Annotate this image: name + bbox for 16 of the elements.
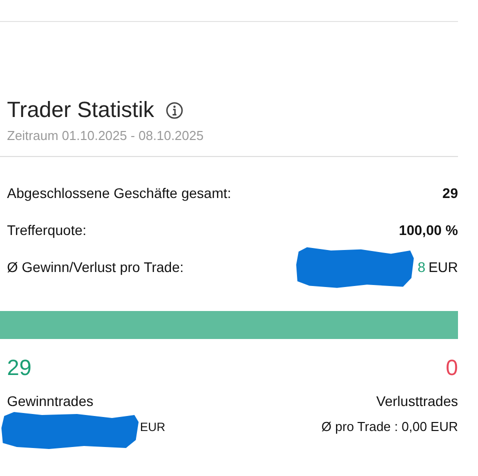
stat-label: Ø Gewinn/Verlust pro Trade: (7, 258, 184, 277)
stat-label: Abgeschlossene Geschäfte gesamt: (7, 184, 232, 203)
loss-label: Verlusttrades (376, 392, 458, 410)
currency-unit: EUR (428, 258, 458, 277)
currency-unit: EUR (140, 418, 166, 436)
stat-value: 100,00 % (398, 221, 458, 240)
stat-label: Trefferquote: (7, 221, 86, 240)
stat-value: 8 (418, 258, 426, 277)
loss-count: 0 (446, 354, 458, 380)
info-icon[interactable] (166, 102, 184, 118)
period-text: Zeitraum 01.10.2025 - 08.10.2025 (7, 127, 205, 145)
stat-value: 29 (442, 184, 458, 203)
section-title: Trader Statistik (7, 96, 154, 124)
loss-average: Ø pro Trade : 0,00 EUR (321, 418, 458, 436)
win-label: Gewinntrades (7, 392, 94, 410)
win-count: 29 (7, 354, 32, 380)
